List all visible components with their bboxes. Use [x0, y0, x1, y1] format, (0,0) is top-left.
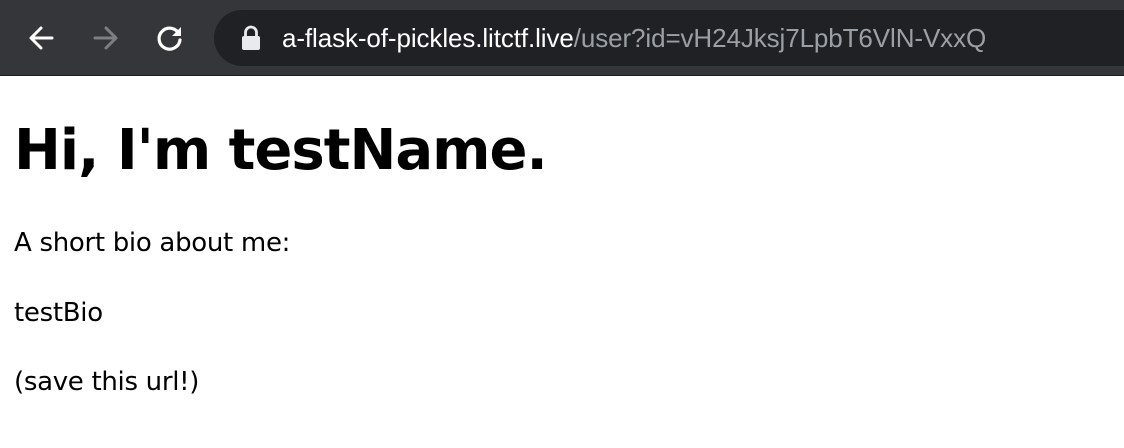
reload-icon — [157, 26, 182, 51]
bio-label: A short bio about me: — [14, 228, 291, 258]
page-heading: Hi, I'm testName. — [14, 118, 548, 183]
url-text[interactable]: a-flask-of-pickles.litctf.live/user?id=v… — [282, 23, 986, 54]
browser-toolbar: a-flask-of-pickles.litctf.live/user?id=v… — [0, 0, 1124, 76]
arrow-right-icon — [93, 26, 118, 50]
page-content: Hi, I'm testName. A short bio about me: … — [14, 76, 1114, 399]
back-button[interactable] — [21, 18, 61, 58]
arrow-left-icon — [29, 26, 54, 50]
address-bar[interactable]: a-flask-of-pickles.litctf.live/user?id=v… — [214, 10, 1124, 66]
reload-button[interactable] — [150, 18, 190, 58]
url-path: /user?id=vH24Jksj7LpbT6VlN-VxxQ — [573, 22, 987, 53]
forward-button[interactable] — [86, 18, 126, 58]
lock-icon[interactable] — [240, 25, 262, 51]
bio-text: testBio — [14, 298, 103, 329]
save-url-note: (save this url!) — [14, 367, 200, 398]
url-host: a-flask-of-pickles.litctf.live — [282, 22, 574, 53]
